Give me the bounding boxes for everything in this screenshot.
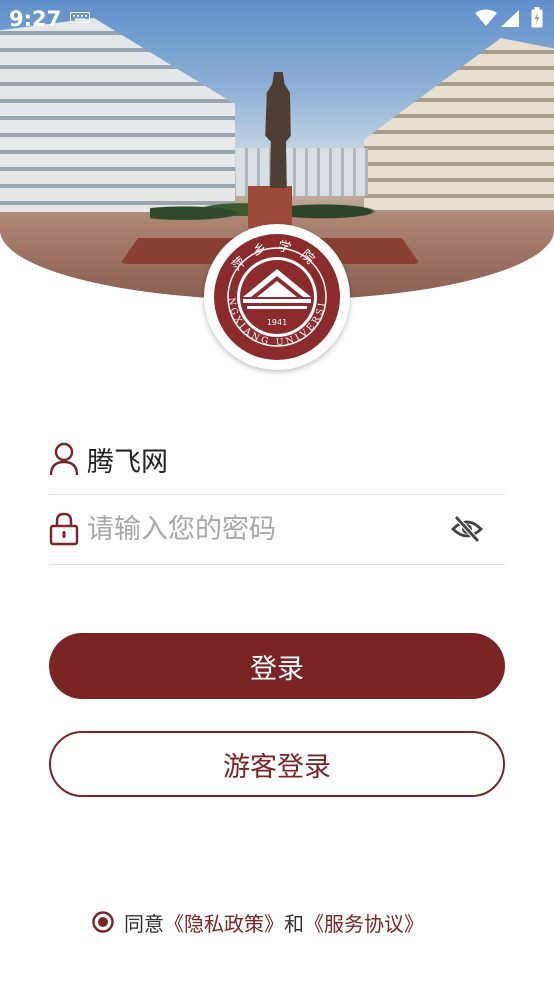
agreement-radio-checked-icon[interactable] (92, 911, 114, 933)
statue-pedestal (248, 186, 292, 228)
building-right (364, 38, 554, 213)
privacy-policy-link[interactable]: 《隐私政策》 (164, 908, 284, 937)
password-row (49, 494, 505, 565)
wifi-icon (475, 9, 497, 26)
username-row (49, 424, 505, 495)
agreement-conjunction: 和 (284, 911, 304, 936)
emblem-year: 1941 (267, 318, 287, 327)
agreement-row: 同意 《隐私政策》 和 《服务协议》 (92, 906, 424, 938)
lock-icon (49, 512, 79, 546)
agreement-prefix: 同意 (124, 911, 164, 936)
password-input[interactable] (87, 506, 447, 552)
status-bar: 9:27 (0, 0, 554, 36)
user-icon (49, 442, 79, 476)
username-input[interactable] (87, 436, 447, 482)
university-logo: 1941 PINGXIANG UNIVERSITY 萍乡学院 (204, 224, 350, 370)
login-button[interactable]: 登录 (49, 633, 505, 699)
eye-off-icon[interactable] (451, 514, 483, 544)
guest-login-button[interactable]: 游客登录 (49, 731, 505, 797)
battery-icon (531, 7, 543, 28)
guest-login-button-label: 游客登录 (223, 751, 331, 783)
emblem-icon: 1941 PINGXIANG UNIVERSITY 萍乡学院 (213, 233, 340, 360)
signal-icon (501, 10, 519, 27)
status-time: 9:27 (9, 7, 62, 31)
login-button-label: 登录 (250, 653, 304, 685)
keyboard-icon (70, 12, 90, 23)
service-agreement-link[interactable]: 《服务协议》 (304, 908, 424, 937)
